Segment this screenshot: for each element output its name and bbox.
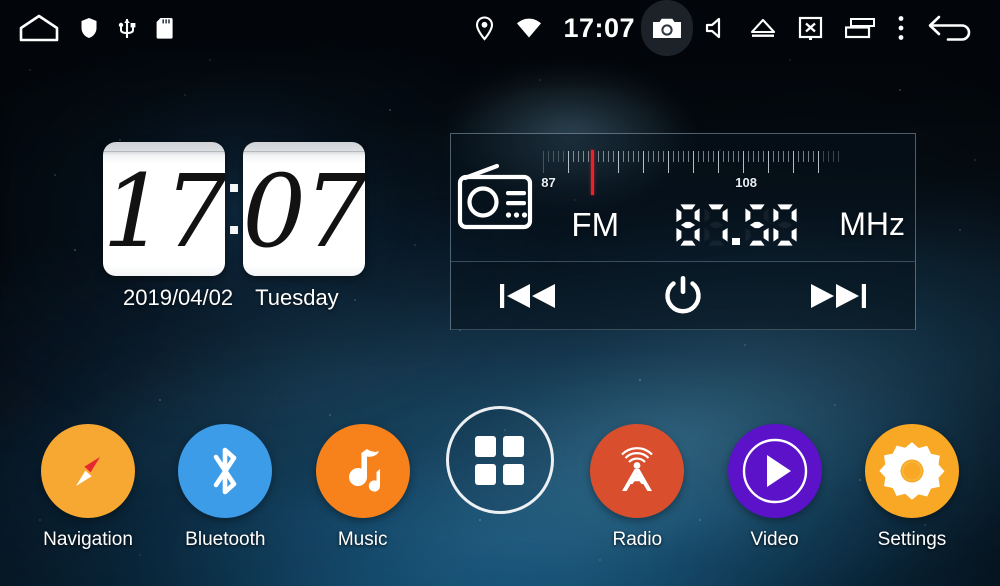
app-radio[interactable]: Radio [575,424,699,551]
app-drawer-icon[interactable] [445,406,554,514]
gear-icon[interactable] [864,424,959,518]
radio-tower-icon[interactable] [590,424,685,518]
home-screen: 17:07 17 07 2019/04/02 Tuesday 87 108 FM… [0,0,1000,586]
bluetooth-icon[interactable] [178,424,273,518]
app-label: Music [337,529,388,550]
clock-colon [225,142,243,276]
shield-icon [80,17,98,39]
radio-unit: MHz [839,206,905,242]
status-bar-left [0,13,173,43]
lcd-decimal-point [731,237,740,245]
next-station-button[interactable] [760,262,915,330]
eject-icon[interactable] [739,0,787,56]
location-icon [464,0,505,56]
scale-tick-minor [836,150,841,162]
app-label: Navigation [43,529,133,550]
flip-clock-widget[interactable]: 17 07 2019/04/02 Tuesday [103,142,365,311]
home-icon[interactable] [18,13,60,43]
tuner-needle [591,149,595,195]
lcd-digit [745,203,769,246]
radio-icon [451,162,539,234]
app-dock: Navigation Bluetooth Music Radio Video S… [0,406,1000,574]
lcd-digit [773,203,797,246]
app-settings[interactable]: Settings [850,424,974,551]
app-video[interactable]: Video [713,424,837,551]
back-icon[interactable] [916,0,984,56]
compass-icon[interactable] [41,424,135,518]
camera-icon[interactable] [641,0,693,56]
lcd-digit [676,203,700,246]
recent-apps-icon[interactable] [834,0,886,56]
drawer-grid [475,435,525,485]
status-bar-right: 17:07 [464,0,1000,56]
radio-controls [451,262,915,330]
previous-station-button[interactable] [451,262,606,330]
status-bar-clock: 17:07 [563,12,635,43]
usb-icon [118,17,136,40]
flip-clock-cards: 17 07 [103,142,365,276]
screen-off-icon[interactable] [787,0,834,56]
app-navigation[interactable]: Navigation [26,424,150,551]
power-button[interactable] [606,262,761,330]
sdcard-icon [156,17,173,39]
app-label: Bluetooth [185,529,266,550]
clock-weekday: Tuesday [255,285,339,310]
status-bar: 17:07 [0,0,1000,56]
radio-widget[interactable]: 87 108 FM MHz [450,133,916,330]
clock-date: 2019/04/02 [123,285,234,310]
overflow-menu-icon[interactable] [886,0,916,56]
clock-subtitle: 2019/04/02 Tuesday [103,285,365,311]
radio-band: FM [571,205,620,243]
flip-card-minutes: 07 [243,142,365,276]
scale-min-label: 87 [541,174,556,190]
app-drawer[interactable] [438,406,562,525]
clock-hours: 17 [103,153,225,270]
play-icon[interactable] [727,424,822,518]
scale-max-label: 108 [735,174,757,190]
music-note-icon[interactable] [315,424,410,518]
radio-display: 87 108 FM MHz [451,134,915,262]
radio-readout: FM MHz [539,203,905,247]
app-label: Radio [612,529,663,550]
clock-minutes: 07 [243,153,365,270]
flip-card-hours: 17 [103,142,225,276]
app-music[interactable]: Music [301,424,425,551]
app-label: Settings [877,529,947,550]
app-bluetooth[interactable]: Bluetooth [163,424,287,551]
app-label: Video [750,529,799,550]
frequency-scale[interactable]: 87 108 [539,149,905,197]
wifi-icon [505,0,553,56]
radio-frequency [651,203,821,247]
radio-tuner: 87 108 FM MHz [539,149,915,247]
mute-icon[interactable] [693,0,739,56]
lcd-digit [704,203,728,246]
